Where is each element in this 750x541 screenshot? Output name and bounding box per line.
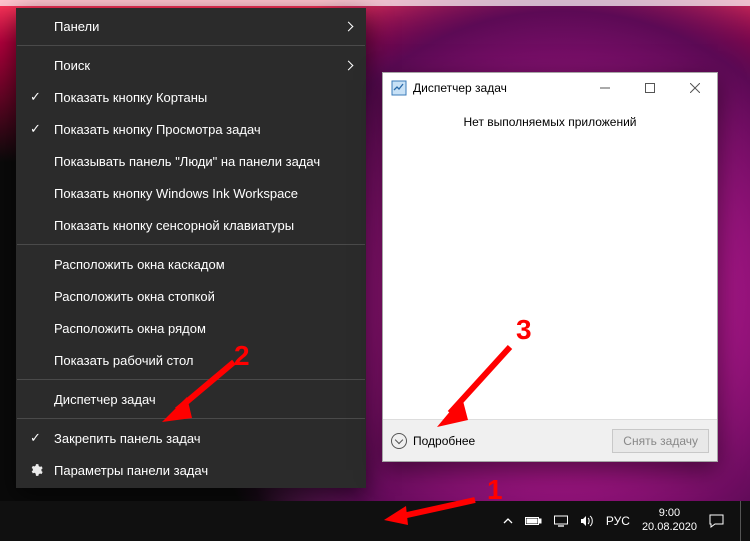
annotation-number-3: 3 (516, 314, 532, 346)
menu-label: Панели (54, 19, 99, 34)
volume-icon[interactable] (580, 515, 594, 527)
close-button[interactable] (672, 73, 717, 103)
chevron-down-icon (391, 433, 407, 449)
annotation-arrow-3 (422, 335, 522, 435)
network-icon[interactable] (554, 515, 568, 527)
annotation-arrow-1 (380, 492, 480, 532)
menu-label: Расположить окна стопкой (54, 289, 215, 304)
annotation-arrow-2 (152, 352, 242, 432)
menu-label: Параметры панели задач (54, 463, 208, 478)
menu-show-taskview[interactable]: Показать кнопку Просмотра задач (16, 113, 366, 145)
annotation-number-1: 1 (487, 474, 503, 506)
menu-label: Показать кнопку Windows Ink Workspace (54, 186, 298, 201)
maximize-button[interactable] (627, 73, 672, 103)
minimize-button[interactable] (582, 73, 627, 103)
end-task-button[interactable]: Снять задачу (612, 429, 709, 453)
menu-label: Показать кнопку сенсорной клавиатуры (54, 218, 294, 233)
menu-show-ink[interactable]: Показать кнопку Windows Ink Workspace (16, 177, 366, 209)
menu-label: Показать кнопку Кортаны (54, 90, 207, 105)
menu-search[interactable]: Поиск (16, 49, 366, 81)
menu-label: Расположить окна каскадом (54, 257, 225, 272)
menu-show-touch-keyboard[interactable]: Показать кнопку сенсорной клавиатуры (16, 209, 366, 241)
menu-label: Поиск (54, 58, 90, 73)
more-details-label: Подробнее (413, 434, 475, 448)
show-desktop-button[interactable] (740, 501, 746, 541)
language-indicator[interactable]: РУС (606, 514, 630, 528)
taskbar[interactable]: РУС 9:00 20.08.2020 (0, 501, 750, 541)
menu-panels[interactable]: Панели (16, 10, 366, 42)
menu-cascade-windows[interactable]: Расположить окна каскадом (16, 248, 366, 280)
menu-show-cortana[interactable]: Показать кнопку Кортаны (16, 81, 366, 113)
window-title: Диспетчер задач (413, 81, 582, 95)
menu-label: Расположить окна рядом (54, 321, 206, 336)
tray-chevron-up-icon[interactable] (503, 516, 513, 526)
clock-date: 20.08.2020 (642, 521, 697, 535)
menu-side-by-side[interactable]: Расположить окна рядом (16, 312, 366, 344)
menu-label: Показать кнопку Просмотра задач (54, 122, 261, 137)
task-manager-icon (391, 80, 407, 96)
menu-stack-windows[interactable]: Расположить окна стопкой (16, 280, 366, 312)
system-tray: РУС 9:00 20.08.2020 (503, 501, 750, 541)
menu-label: Показывать панель "Люди" на панели задач (54, 154, 320, 169)
titlebar[interactable]: Диспетчер задач (383, 73, 717, 103)
action-center-icon[interactable] (709, 514, 724, 528)
gear-icon (29, 463, 43, 477)
clock-time: 9:00 (642, 507, 697, 521)
menu-label: Диспетчер задач (54, 392, 156, 407)
battery-icon[interactable] (525, 516, 542, 526)
clock[interactable]: 9:00 20.08.2020 (642, 507, 697, 535)
annotation-number-2: 2 (234, 340, 250, 372)
menu-taskbar-settings[interactable]: Параметры панели задач (16, 454, 366, 486)
menu-label: Закрепить панель задач (54, 431, 201, 446)
menu-show-people[interactable]: Показывать панель "Люди" на панели задач (16, 145, 366, 177)
